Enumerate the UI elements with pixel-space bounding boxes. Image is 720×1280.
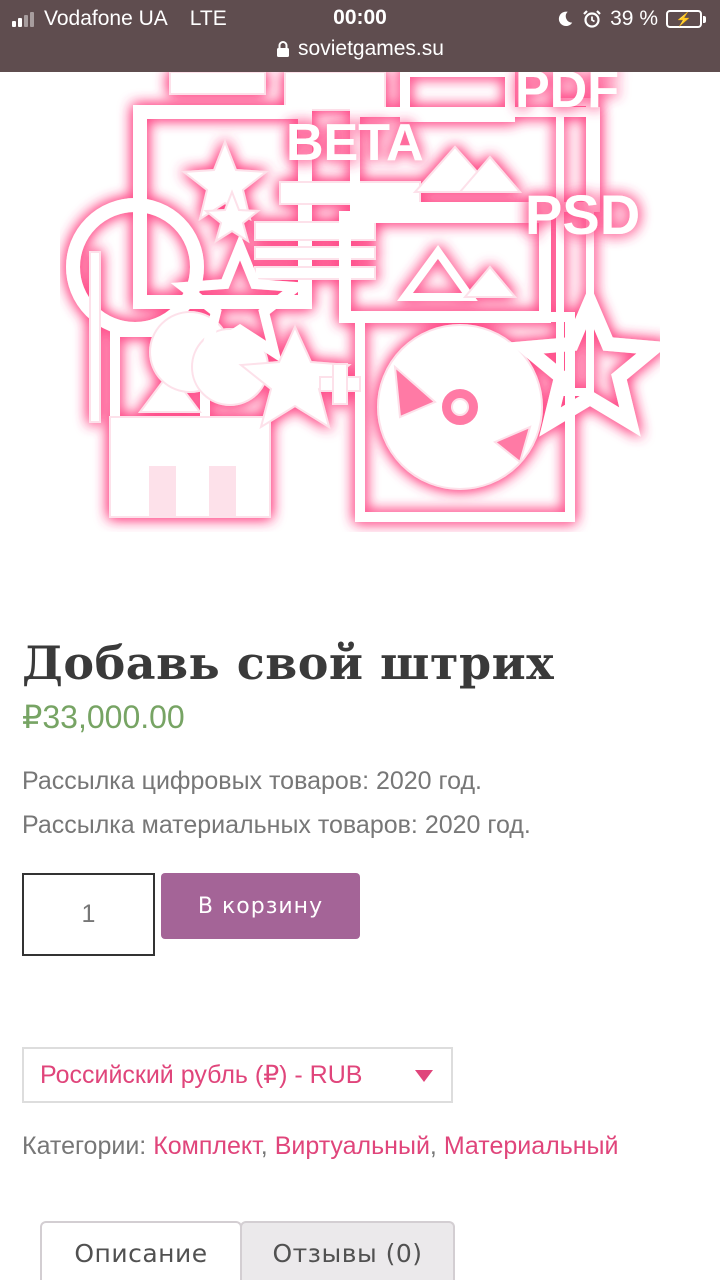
categories-label: Категории: [22, 1132, 154, 1160]
product-price: ₽33,000.00 [22, 699, 185, 735]
carrier-info: Vodafone UA LTE [12, 6, 227, 32]
product-description-line: Рассылка материальных товаров: 2020 год. [22, 811, 531, 839]
category-link[interactable]: Материальный [444, 1132, 619, 1160]
add-to-cart-button[interactable]: В корзину [161, 873, 360, 939]
category-link[interactable]: Виртуальный [275, 1132, 430, 1160]
hero-text-beta: BETA [286, 114, 424, 172]
browser-status-bar: Vodafone UA LTE 00:00 39 % ⚡ sovietgames… [0, 0, 720, 72]
product-image[interactable]: BETA PSD PDF [60, 72, 660, 532]
category-separator: , [260, 1132, 275, 1160]
tab-reviews[interactable]: Отзывы (0) [240, 1221, 455, 1280]
alarm-clock-icon [583, 10, 601, 28]
tab-description[interactable]: Описание [40, 1221, 242, 1280]
product-description-line: Рассылка цифровых товаров: 2020 год. [22, 767, 482, 795]
url-text: sovietgames.su [298, 37, 444, 60]
hero-text-psd: PSD [525, 183, 640, 246]
currency-selected-value: Российский рубль (₽) - RUB [40, 1061, 363, 1089]
battery-icon: ⚡ [666, 10, 706, 28]
lock-icon [277, 41, 290, 57]
product-title: Добавь свой штрих [22, 636, 555, 690]
caret-down-icon [415, 1070, 433, 1082]
currency-select[interactable]: Российский рубль (₽) - RUB [22, 1047, 453, 1103]
signal-strength-icon [12, 11, 34, 27]
quantity-input[interactable] [22, 873, 155, 956]
hero-text-pdf: PDF [515, 72, 619, 119]
battery-percent: 39 % [610, 7, 658, 30]
network-type: LTE [189, 7, 227, 30]
category-separator: , [429, 1132, 444, 1160]
status-right: 39 % ⚡ [556, 6, 706, 32]
address-bar[interactable]: sovietgames.su [0, 34, 720, 64]
product-categories: Категории: Комплект, Виртуальный, Матери… [22, 1132, 618, 1161]
moon-icon [559, 11, 573, 27]
carrier-name: Vodafone UA [44, 7, 168, 30]
category-link[interactable]: Комплект [153, 1132, 261, 1160]
